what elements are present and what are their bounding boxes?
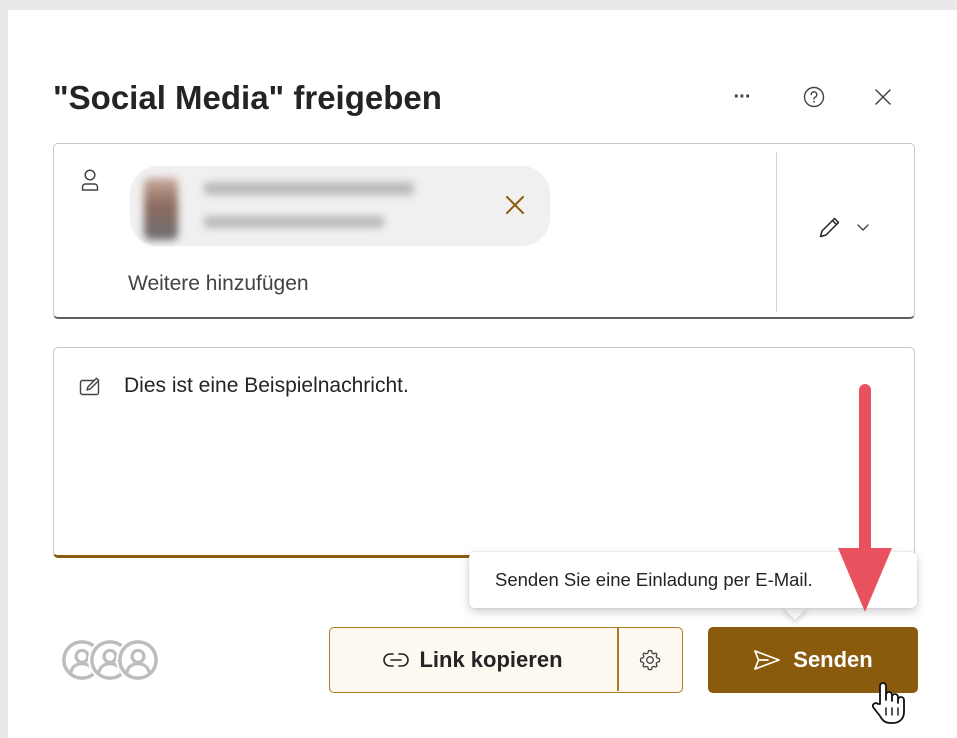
dialog-title: "Social Media" freigeben — [53, 79, 442, 116]
recipient-name-redacted — [204, 182, 414, 195]
copy-link-group: Link kopieren — [329, 627, 683, 693]
chevron-down-icon — [857, 224, 869, 231]
send-button[interactable]: Senden — [708, 627, 918, 693]
link-icon — [383, 652, 410, 667]
window-frame-top — [0, 0, 957, 10]
tooltip-text: Senden Sie eine Einladung per E-Mail. — [495, 569, 813, 590]
close-button[interactable] — [866, 80, 900, 114]
link-settings-button[interactable] — [619, 628, 681, 691]
pencil-icon — [819, 217, 840, 238]
help-circle-icon — [803, 86, 825, 108]
remove-recipient-button[interactable] — [500, 190, 530, 220]
permission-dropdown[interactable] — [794, 202, 894, 252]
more-options-button[interactable]: ··· — [725, 80, 759, 114]
copy-link-button[interactable]: Link kopieren — [330, 628, 616, 691]
shared-with-avatars[interactable] — [60, 638, 180, 684]
message-field[interactable]: Dies ist eine Beispielnachricht. — [53, 347, 915, 558]
person-icon — [81, 169, 99, 191]
edit-note-icon — [79, 377, 100, 396]
window-frame-left — [0, 0, 8, 738]
recipient-email-redacted — [204, 216, 384, 228]
recipients-divider — [776, 152, 777, 312]
send-icon — [754, 650, 781, 670]
send-label: Senden — [793, 647, 873, 672]
copy-link-label: Link kopieren — [419, 646, 563, 672]
recipient-chip[interactable] — [130, 166, 550, 246]
message-text: Dies ist eine Beispielnachricht. — [124, 374, 409, 397]
recipients-field[interactable]: Weitere hinzufügen — [53, 143, 915, 319]
help-button[interactable] — [797, 80, 831, 114]
recipient-avatar — [144, 178, 178, 240]
add-more-input[interactable]: Weitere hinzufügen — [128, 272, 309, 296]
close-icon — [875, 89, 891, 105]
person-avatar-icon — [116, 638, 160, 682]
gear-icon — [639, 649, 661, 670]
close-icon — [506, 196, 524, 214]
send-tooltip: Senden Sie eine Einladung per E-Mail. — [469, 552, 917, 608]
